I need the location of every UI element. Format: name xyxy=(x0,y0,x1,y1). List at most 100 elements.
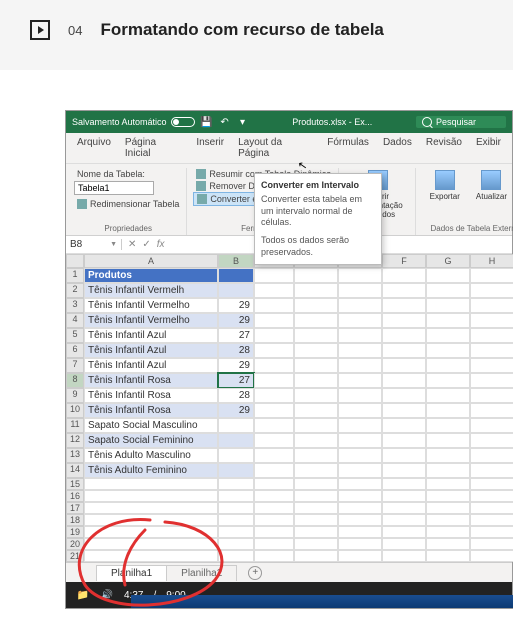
windows-taskbar[interactable] xyxy=(131,595,513,608)
menu-formulas[interactable]: Fórmulas xyxy=(320,133,376,163)
cell[interactable] xyxy=(218,502,254,514)
cell[interactable] xyxy=(294,313,338,328)
cell[interactable] xyxy=(470,478,513,490)
cell[interactable] xyxy=(294,358,338,373)
cell[interactable] xyxy=(254,388,294,403)
row-header[interactable]: 19 xyxy=(66,526,84,538)
cell[interactable] xyxy=(426,268,470,283)
cell[interactable] xyxy=(84,514,218,526)
col-header-b[interactable]: B xyxy=(218,254,254,268)
cell[interactable] xyxy=(382,538,426,550)
sheet-tab-2[interactable]: Planilha2 xyxy=(166,565,237,581)
refresh-button[interactable]: Atualizar xyxy=(468,168,513,206)
cell[interactable] xyxy=(338,490,382,502)
cell[interactable] xyxy=(294,478,338,490)
resize-table-button[interactable]: Redimensionar Tabela xyxy=(74,198,182,210)
cell[interactable] xyxy=(218,538,254,550)
cell[interactable] xyxy=(382,514,426,526)
cell[interactable] xyxy=(426,448,470,463)
cell[interactable] xyxy=(470,328,513,343)
cell[interactable] xyxy=(338,343,382,358)
cell[interactable] xyxy=(84,550,218,562)
spreadsheet-grid[interactable]: A B C D E F G H 1 Produtos 2 Tênis Infan… xyxy=(66,254,512,562)
cell[interactable] xyxy=(382,358,426,373)
row-header[interactable]: 18 xyxy=(66,514,84,526)
cell[interactable] xyxy=(218,433,254,448)
row-header[interactable]: 8 xyxy=(66,373,84,388)
cell[interactable] xyxy=(470,418,513,433)
cell[interactable] xyxy=(338,478,382,490)
cell[interactable] xyxy=(294,538,338,550)
cell[interactable] xyxy=(470,526,513,538)
cell[interactable] xyxy=(218,463,254,478)
cell[interactable] xyxy=(338,403,382,418)
table-header-produtos[interactable]: Produtos xyxy=(84,268,218,283)
cell[interactable] xyxy=(254,268,294,283)
cell[interactable] xyxy=(84,526,218,538)
cell[interactable] xyxy=(426,418,470,433)
cell[interactable] xyxy=(294,418,338,433)
cell[interactable] xyxy=(382,502,426,514)
cell[interactable] xyxy=(426,502,470,514)
cell[interactable] xyxy=(254,502,294,514)
folder-icon[interactable]: 📁 xyxy=(76,588,90,602)
menu-pagina-inicial[interactable]: Página Inicial xyxy=(118,133,189,163)
row-header[interactable]: 12 xyxy=(66,433,84,448)
cell[interactable]: 28 xyxy=(218,343,254,358)
cell[interactable] xyxy=(254,298,294,313)
cell[interactable] xyxy=(426,463,470,478)
cell[interactable] xyxy=(470,268,513,283)
cell[interactable] xyxy=(426,313,470,328)
save-icon[interactable]: 💾 xyxy=(201,116,213,128)
toggle-icon[interactable] xyxy=(171,117,195,127)
cell[interactable] xyxy=(338,268,382,283)
name-box[interactable]: B8▼ xyxy=(66,239,122,250)
cell[interactable] xyxy=(218,490,254,502)
cell[interactable] xyxy=(382,526,426,538)
cell[interactable] xyxy=(382,283,426,298)
cell[interactable]: Sapato Social Feminino xyxy=(84,433,218,448)
cell[interactable] xyxy=(254,538,294,550)
cell[interactable] xyxy=(338,448,382,463)
cell[interactable] xyxy=(470,448,513,463)
cell[interactable] xyxy=(426,388,470,403)
cell[interactable] xyxy=(470,373,513,388)
cell[interactable]: Tênis Infantil Vermelh xyxy=(84,283,218,298)
cell[interactable] xyxy=(470,538,513,550)
cell[interactable] xyxy=(294,343,338,358)
row-header[interactable]: 5 xyxy=(66,328,84,343)
cell[interactable] xyxy=(382,343,426,358)
cell[interactable]: Tênis Infantil Rosa xyxy=(84,388,218,403)
row-header[interactable]: 3 xyxy=(66,298,84,313)
cell[interactable] xyxy=(426,343,470,358)
cell[interactable] xyxy=(294,490,338,502)
cell[interactable] xyxy=(218,418,254,433)
cell[interactable] xyxy=(426,403,470,418)
cell[interactable]: Tênis Infantil Azul xyxy=(84,343,218,358)
row-header[interactable]: 4 xyxy=(66,313,84,328)
cell[interactable] xyxy=(254,343,294,358)
cell[interactable] xyxy=(84,502,218,514)
cell[interactable] xyxy=(470,514,513,526)
cell[interactable] xyxy=(426,526,470,538)
cell[interactable] xyxy=(426,358,470,373)
cell[interactable] xyxy=(254,433,294,448)
row-header[interactable]: 16 xyxy=(66,490,84,502)
cell-selected[interactable]: 27 xyxy=(218,373,254,388)
cell[interactable] xyxy=(294,448,338,463)
cell[interactable] xyxy=(382,550,426,562)
cell[interactable] xyxy=(254,313,294,328)
cell[interactable] xyxy=(470,490,513,502)
col-header-f[interactable]: F xyxy=(382,254,426,268)
cell[interactable] xyxy=(218,550,254,562)
cell[interactable] xyxy=(254,490,294,502)
cell[interactable] xyxy=(294,463,338,478)
menu-layout[interactable]: Layout da Página xyxy=(231,133,320,163)
cell[interactable] xyxy=(470,502,513,514)
volume-icon[interactable]: 🔊 xyxy=(100,588,114,602)
cell[interactable] xyxy=(254,448,294,463)
row-header[interactable]: 15 xyxy=(66,478,84,490)
cell[interactable] xyxy=(426,373,470,388)
cell[interactable] xyxy=(338,373,382,388)
cell[interactable] xyxy=(470,388,513,403)
